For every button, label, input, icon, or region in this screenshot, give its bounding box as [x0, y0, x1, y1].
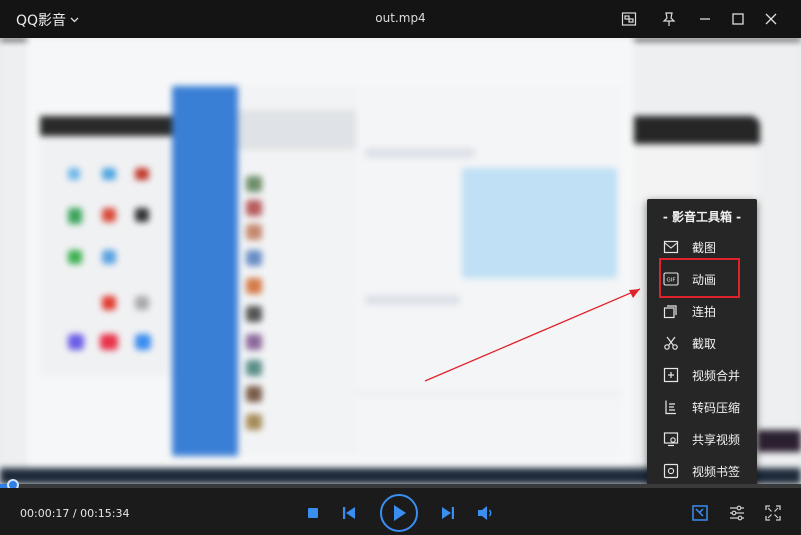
- menu-item-label: 连拍: [692, 304, 717, 319]
- menu-item-burst[interactable]: 连拍: [647, 295, 757, 327]
- previous-button[interactable]: [340, 504, 358, 522]
- scissors-icon: [664, 336, 678, 350]
- settings-sliders-icon: [730, 505, 744, 521]
- play-icon: [394, 505, 406, 521]
- toolbox-title: - 影音工具箱 -: [662, 210, 742, 224]
- share-icon: [663, 432, 679, 447]
- burst-icon: [663, 305, 677, 319]
- next-icon: [442, 507, 454, 519]
- menu-item-bookmark[interactable]: 视频书签: [647, 455, 757, 487]
- menu-item-label: 截取: [692, 336, 717, 351]
- transcode-icon: [665, 400, 676, 415]
- toolbox-button[interactable]: [690, 503, 710, 523]
- next-button[interactable]: [439, 504, 457, 522]
- menu-item-transcode[interactable]: 转码压缩: [647, 391, 757, 423]
- screenshot-icon: [663, 240, 679, 254]
- menu-item-label: 视频合并: [692, 368, 741, 383]
- stop-icon: [308, 508, 318, 518]
- menu-item-label: 转码压缩: [692, 400, 741, 415]
- bookmark-icon: [663, 463, 679, 479]
- highlight-box: [659, 258, 740, 298]
- menu-item-label: 截图: [692, 240, 717, 255]
- previous-icon: [343, 507, 355, 519]
- menu-item-merge[interactable]: 视频合并: [647, 359, 757, 391]
- toolbox-menu: - 影音工具箱 - 截图 GIF 动画 连拍 截取 视频合并 转码压缩 共享视频…: [647, 199, 757, 493]
- settings-button[interactable]: [727, 503, 747, 523]
- control-bar: 00:00:17 / 00:15:34: [0, 488, 801, 535]
- menu-item-label: 共享视频: [692, 432, 741, 447]
- volume-button[interactable]: [477, 504, 495, 522]
- toolbox-icon: [692, 505, 708, 521]
- fullscreen-icon: [765, 505, 781, 521]
- merge-icon: [663, 367, 679, 383]
- fullscreen-button[interactable]: [763, 503, 783, 523]
- menu-item-label: 视频书签: [692, 464, 741, 479]
- menu-item-clip[interactable]: 截取: [647, 327, 757, 359]
- play-button[interactable]: [380, 494, 418, 532]
- volume-icon: [478, 506, 492, 520]
- menu-item-share[interactable]: 共享视频: [647, 423, 757, 455]
- time-display: 00:00:17 / 00:15:34: [20, 507, 130, 520]
- stop-button[interactable]: [305, 505, 321, 521]
